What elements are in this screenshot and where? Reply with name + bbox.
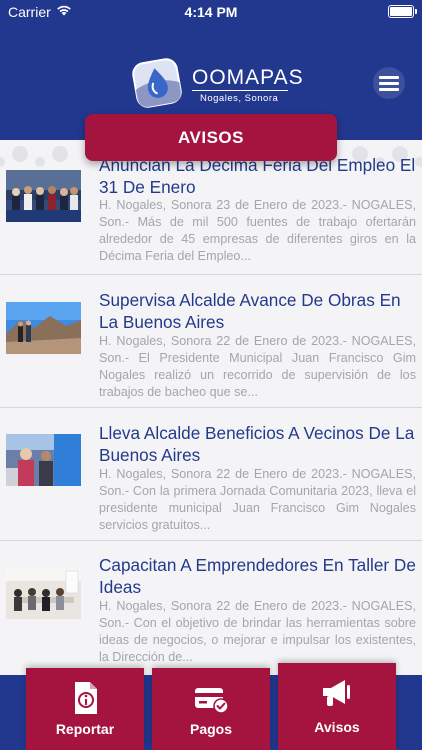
megaphone-icon (323, 680, 350, 706)
logo-divider (192, 90, 288, 91)
news-excerpt: H. Nogales, Sonora 23 de Enero de 2023.-… (99, 198, 416, 263)
news-item[interactable]: Supervisa Alcalde Avance De Obras En La … (0, 275, 422, 408)
news-thumbnail (6, 302, 81, 354)
battery-icon (388, 5, 417, 18)
logo-name: OOMAPAS (192, 66, 304, 89)
news-title[interactable]: Capacitan A Emprendedores En Taller De I… (99, 554, 416, 598)
news-excerpt: H. Nogales, Sonora 22 de Enero de 2023.-… (99, 599, 416, 664)
menu-button[interactable] (373, 67, 405, 99)
news-excerpt: H. Nogales, Sonora 22 de Enero de 2023.-… (99, 334, 416, 399)
payment-card-icon (195, 688, 229, 714)
tab-avisos[interactable]: Avisos (278, 663, 396, 750)
hamburger-icon (379, 76, 399, 79)
news-excerpt: H. Nogales, Sonora 22 de Enero de 2023.-… (99, 467, 416, 532)
logo-subtitle: Nogales, Sonora (200, 93, 279, 104)
news-title[interactable]: Lleva Alcalde Beneficios A Vecinos De La… (99, 422, 416, 466)
news-thumbnail (6, 434, 81, 486)
news-item[interactable]: Capacitan A Emprendedores En Taller De I… (0, 541, 422, 674)
news-list[interactable]: Anuncian La Décima Feria Del Empleo El 3… (0, 140, 422, 675)
news-item[interactable]: Lleva Alcalde Beneficios A Vecinos De La… (0, 408, 422, 541)
section-title-banner: AVISOS (85, 114, 337, 161)
report-icon (75, 682, 97, 714)
news-thumbnail (6, 170, 81, 222)
water-drop-logo-icon (132, 58, 182, 108)
tab-pagos[interactable]: Pagos (152, 668, 270, 750)
tab-label: Reportar (55, 721, 115, 737)
tab-label: Pagos (189, 721, 232, 737)
news-title[interactable]: Supervisa Alcalde Avance De Obras En La … (99, 289, 416, 333)
app-logo[interactable]: OOMAPAS Nogales, Sonora (130, 56, 303, 110)
status-time: 4:14 PM (184, 4, 238, 20)
news-thumbnail (6, 567, 81, 619)
status-bar: Carrier 4:14 PM (0, 0, 422, 24)
tab-reportar[interactable]: Reportar (26, 668, 144, 750)
tab-label: Avisos (314, 719, 360, 735)
